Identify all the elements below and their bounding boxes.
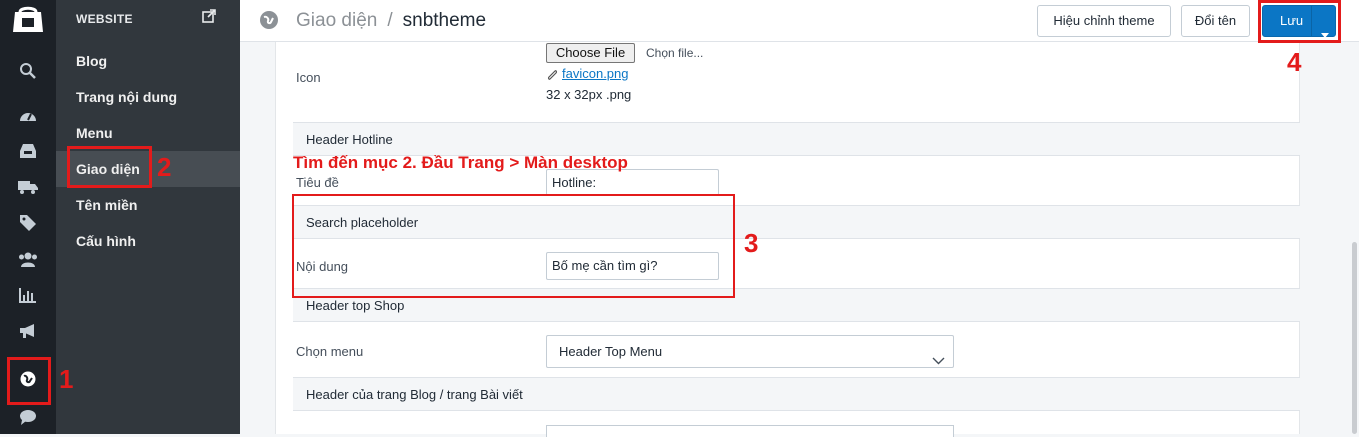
sidebar-item-blog[interactable]: Blog — [56, 43, 240, 79]
website-sidebar: WEBSITE Blog Trang nội dung Menu Giao di… — [56, 0, 240, 434]
favicon-link[interactable]: favicon.png — [562, 66, 629, 81]
scrollbar[interactable] — [1352, 242, 1357, 434]
section-header-hotline: Header Hotline — [293, 122, 1300, 156]
hotline-title-label: Tiêu đề — [296, 175, 339, 190]
annotation-number-4: 4 — [1287, 47, 1302, 77]
annotation-note: Tìm đến mục 2. Đầu Trang > Màn desktop — [293, 153, 628, 172]
top-bar: Giao diện / snbtheme Hiệu chỉnh theme Đổi … — [240, 0, 1359, 42]
search-icon[interactable] — [17, 60, 39, 82]
sidebar-heading: WEBSITE — [76, 12, 133, 26]
section-header-blog: Header của trang Blog / trang Bài viết — [293, 377, 1300, 411]
dashboard-icon[interactable] — [17, 105, 39, 127]
page-title: snbtheme — [402, 10, 487, 31]
sidebar-item-domains[interactable]: Tên miền — [56, 187, 240, 223]
breadcrumb-parent[interactable]: Giao diện — [296, 10, 377, 31]
annotation-box-3 — [292, 194, 735, 298]
menu-select-value: Header Top Menu — [559, 344, 663, 359]
sidebar-item-pages[interactable]: Trang nội dung — [56, 79, 240, 115]
users-icon[interactable] — [17, 248, 39, 270]
bar-chart-icon[interactable] — [17, 284, 39, 306]
no-file-text: Chọn file... — [646, 46, 704, 60]
chevron-down-icon — [932, 345, 945, 376]
annotation-box-1 — [7, 357, 51, 405]
annotation-number-1: 1 — [59, 364, 74, 394]
sidebar-item-settings[interactable]: Cấu hình — [56, 223, 240, 259]
edit-theme-button[interactable]: Hiệu chỉnh theme — [1037, 5, 1171, 37]
inbox-icon[interactable] — [17, 140, 39, 162]
blog-header-select[interactable] — [546, 425, 954, 437]
rename-button[interactable]: Đổi tên — [1181, 5, 1250, 37]
choose-menu-label: Chọn menu — [296, 344, 364, 359]
megaphone-icon[interactable] — [17, 320, 39, 342]
annotation-box-2 — [67, 146, 152, 188]
breadcrumb: Giao diện / snbtheme — [296, 10, 486, 32]
globe-icon — [259, 10, 279, 35]
annotation-box-4 — [1258, 0, 1341, 43]
file-size-hint: 32 x 32px .png — [546, 87, 632, 102]
paperclip-icon — [547, 68, 558, 86]
annotation-number-2: 2 — [157, 152, 172, 182]
breadcrumb-separator: / — [387, 10, 393, 31]
annotation-number-3: 3 — [744, 228, 759, 258]
tags-icon[interactable] — [17, 212, 39, 234]
store-logo-icon[interactable] — [11, 6, 45, 36]
icon-field-label: Icon — [296, 70, 321, 85]
menu-select[interactable]: Header Top Menu — [546, 335, 954, 368]
truck-icon[interactable] — [17, 176, 39, 198]
chat-icon[interactable] — [17, 406, 39, 428]
choose-file-button[interactable]: Choose File — [546, 43, 635, 63]
external-link-icon[interactable] — [202, 9, 216, 28]
